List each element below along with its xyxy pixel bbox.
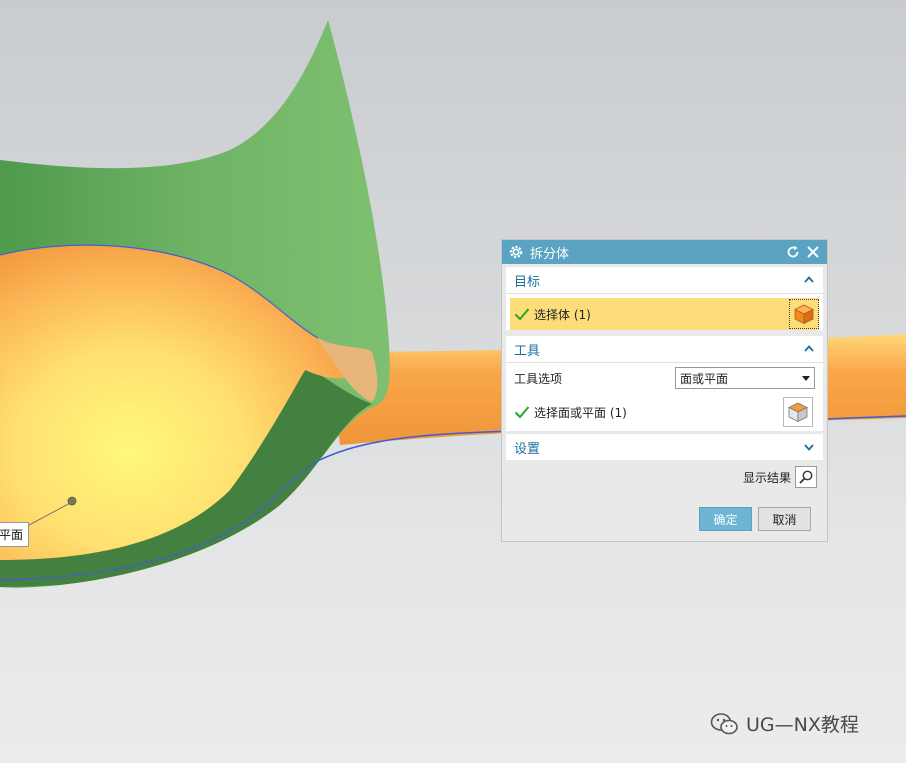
dialog-title: 拆分体	[530, 246, 570, 262]
dropdown-arrow-icon	[802, 375, 810, 381]
show-result-button[interactable]	[795, 466, 817, 488]
split-body-dialog: 拆分体 目标 选择体 (1) 工具 工具选项 面或平面 选择面或平面 (1) 设…	[501, 239, 828, 542]
close-icon[interactable]	[805, 244, 821, 260]
settings-section-label: 设置	[514, 441, 541, 457]
solid-body-cube-icon	[794, 304, 814, 325]
target-section-label: 目标	[514, 274, 541, 290]
settings-section-header[interactable]: 设置	[506, 434, 823, 460]
dialog-titlebar: 拆分体	[502, 240, 827, 264]
tool-section-header[interactable]: 工具	[506, 336, 823, 363]
watermark: UG—NX教程	[710, 710, 859, 737]
select-face-label: 选择面或平面 (1)	[534, 405, 627, 420]
tool-section: 工具 工具选项 面或平面 选择面或平面 (1)	[506, 336, 823, 431]
watermark-text: UG—NX教程	[746, 714, 859, 736]
select-body-row[interactable]: 选择体 (1)	[510, 298, 819, 330]
select-body-button[interactable]	[789, 299, 819, 329]
target-section: 目标 选择体 (1)	[506, 267, 823, 330]
gear-icon[interactable]	[508, 244, 524, 260]
target-section-header[interactable]: 目标	[506, 267, 823, 294]
reset-icon[interactable]	[785, 244, 801, 260]
preview-row: 显示结果	[502, 460, 827, 488]
tool-section-label: 工具	[514, 343, 541, 359]
wechat-icon	[710, 712, 738, 734]
tool-option-dropdown[interactable]: 面或平面	[675, 367, 815, 389]
settings-section: 设置	[506, 434, 823, 460]
select-face-button[interactable]	[783, 397, 813, 427]
show-result-label: 显示结果	[742, 470, 791, 485]
chevron-down-icon[interactable]	[803, 441, 815, 453]
select-face-row[interactable]: 选择面或平面 (1)	[506, 393, 823, 431]
tool-option-row: 工具选项 面或平面	[506, 363, 823, 393]
tool-option-label: 工具选项	[514, 371, 563, 386]
cancel-button[interactable]: 取消	[758, 507, 811, 531]
plane-callout-label: 平面	[0, 522, 30, 547]
ok-button[interactable]: 确定	[699, 507, 752, 531]
dialog-footer: 确定 取消	[693, 507, 811, 531]
chevron-up-icon[interactable]	[803, 343, 815, 355]
chevron-up-icon[interactable]	[803, 274, 815, 286]
checkmark-icon	[514, 406, 530, 419]
checkmark-icon	[514, 308, 530, 321]
magnifier-icon	[799, 470, 813, 484]
tool-option-value: 面或平面	[680, 371, 729, 386]
callout-anchor	[67, 496, 77, 506]
select-body-label: 选择体 (1)	[534, 307, 591, 322]
face-cube-icon	[788, 402, 808, 423]
